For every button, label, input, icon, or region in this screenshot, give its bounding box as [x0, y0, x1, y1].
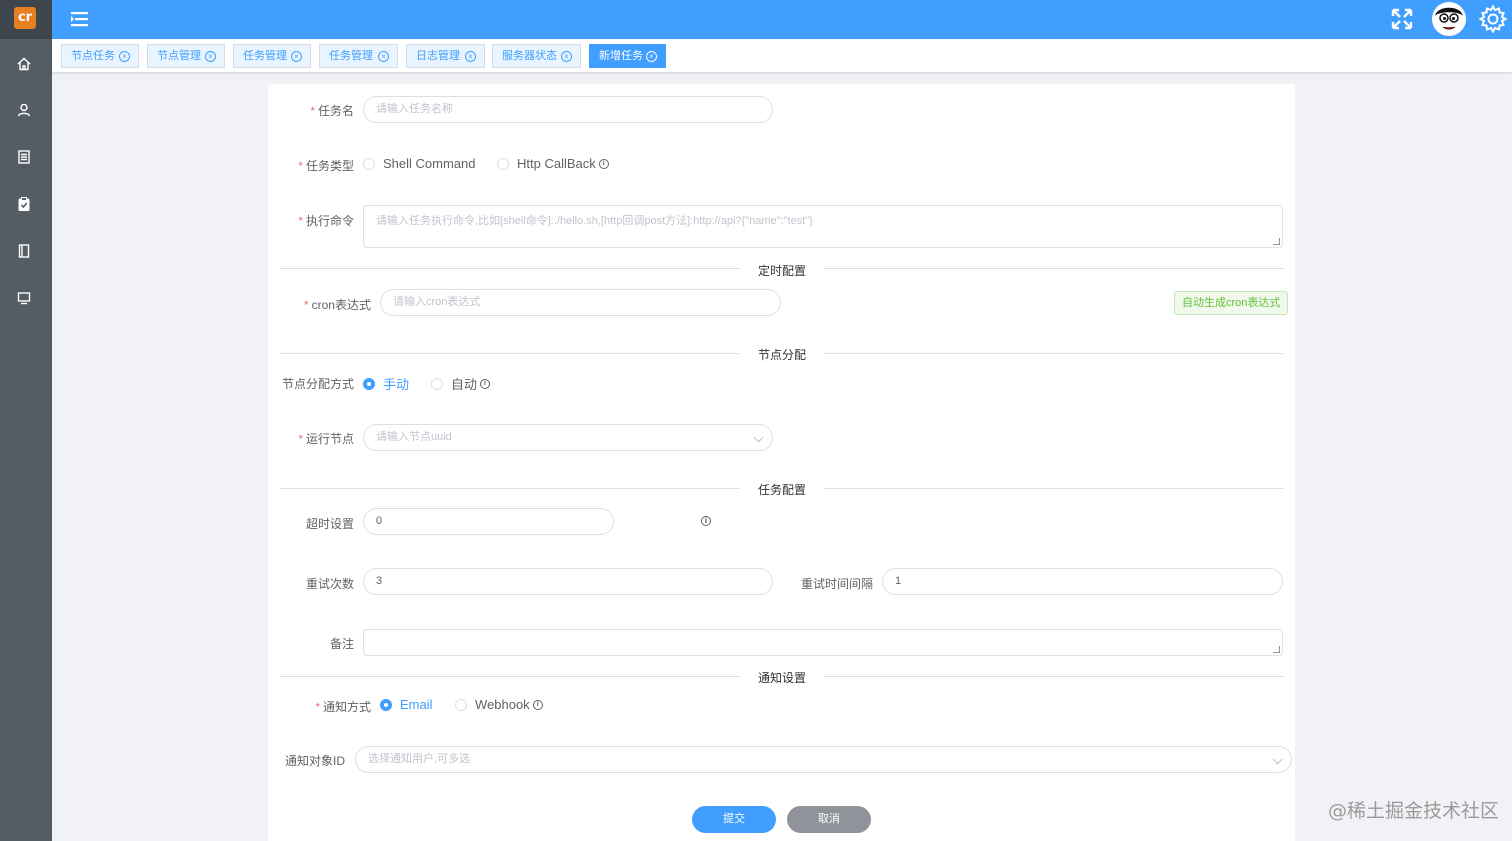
tab-new-task[interactable]: 新增任务 ×: [589, 44, 666, 68]
radio-auto[interactable]: 自动 i: [431, 374, 491, 393]
chevron-down-icon: [1272, 754, 1283, 765]
tab-node-management[interactable]: 节点管理 ×: [147, 44, 225, 68]
book-icon[interactable]: [15, 242, 33, 260]
tab-label: 节点管理: [157, 50, 201, 62]
run-node-label: * 运行节点: [298, 432, 354, 446]
section-notify-title: 通知设置: [740, 669, 825, 686]
clipboard-check-icon[interactable]: [15, 195, 33, 213]
tab-task-management[interactable]: 任务管理 ×: [233, 44, 311, 68]
user-icon[interactable]: [15, 101, 33, 119]
tab-label: 日志管理: [416, 50, 460, 62]
radio-http-callback[interactable]: Http CallBack i: [497, 156, 609, 171]
close-icon[interactable]: ×: [119, 51, 130, 62]
radio-email[interactable]: Email: [380, 697, 433, 712]
list-icon[interactable]: [15, 148, 33, 166]
tab-label: 服务器状态: [502, 50, 557, 62]
fullscreen-icon[interactable]: [1390, 7, 1414, 31]
notify-target-select[interactable]: 选择通知用户,可多选: [355, 746, 1292, 773]
close-icon[interactable]: ×: [205, 51, 216, 62]
tab-label: 新增任务: [599, 50, 643, 62]
app-logo[interactable]: cr: [14, 7, 36, 29]
close-icon[interactable]: ×: [561, 51, 572, 62]
command-label: * 执行命令: [298, 214, 354, 228]
cron-input[interactable]: 请输入cron表达式: [380, 289, 781, 316]
cancel-button[interactable]: 取消: [787, 806, 871, 833]
retry-count-label: 重试次数: [305, 577, 354, 591]
retry-interval-input[interactable]: 1: [882, 568, 1283, 595]
info-icon[interactable]: i: [701, 516, 711, 526]
tab-log-management[interactable]: 日志管理 ×: [406, 44, 485, 68]
close-icon[interactable]: ×: [465, 51, 476, 62]
retry-count-input[interactable]: 3: [363, 568, 773, 595]
close-icon[interactable]: ×: [378, 51, 389, 62]
notify-target-label: 通知对象ID: [284, 754, 345, 768]
info-icon[interactable]: i: [532, 699, 543, 710]
info-icon[interactable]: i: [480, 378, 491, 389]
tab-label: 节点任务: [71, 50, 115, 62]
top-header: [52, 0, 1512, 39]
sidebar: cr: [0, 0, 52, 841]
section-schedule-title: 定时配置: [740, 262, 825, 279]
notify-method-label: * 通知方式: [315, 700, 371, 714]
close-icon[interactable]: ×: [291, 51, 302, 62]
section-task-title: 任务配置: [740, 481, 825, 498]
cron-label: * cron表达式: [303, 298, 371, 312]
remark-textarea[interactable]: [363, 629, 1283, 656]
menu-toggle-icon[interactable]: [70, 10, 90, 28]
tab-node-tasks[interactable]: 节点任务 ×: [61, 44, 139, 68]
chevron-down-icon: [753, 432, 764, 443]
submit-button[interactable]: 提交: [692, 806, 776, 833]
timeout-input[interactable]: 0: [363, 508, 614, 535]
task-name-input[interactable]: 请输入任务名称: [363, 96, 773, 123]
task-type-label: * 任务类型: [298, 159, 354, 173]
tab-server-status[interactable]: 服务器状态 ×: [492, 44, 581, 68]
close-icon[interactable]: ×: [646, 51, 657, 62]
radio-webhook[interactable]: Webhook i: [455, 697, 543, 712]
radio-shell-command[interactable]: Shell Command: [363, 156, 476, 171]
command-textarea[interactable]: 请输入任务执行命令,比如[shell命令]:./hello.sh,[http回调…: [363, 205, 1283, 248]
timeout-label: 超时设置: [305, 517, 354, 531]
tab-task-management-2[interactable]: 任务管理 ×: [319, 44, 398, 68]
home-icon[interactable]: [15, 55, 33, 73]
radio-manual[interactable]: 手动: [363, 374, 409, 393]
remark-label: 备注: [329, 637, 354, 651]
tab-label: 任务管理: [243, 50, 287, 62]
retry-interval-label: 重试时间间隔: [800, 577, 873, 591]
new-task-form: * 任务名 请输入任务名称 * 任务类型 Shell Command Http Ca…: [268, 84, 1295, 841]
task-name-label: * 任务名: [310, 104, 354, 118]
section-node-title: 节点分配: [740, 346, 825, 363]
node-mode-label: 节点分配方式: [281, 377, 354, 391]
logo-bar: cr: [0, 0, 52, 39]
avatar[interactable]: [1432, 2, 1466, 36]
info-icon[interactable]: i: [598, 158, 609, 169]
monitor-icon[interactable]: [15, 289, 33, 307]
gear-icon[interactable]: [1478, 4, 1508, 34]
watermark: @稀土掘金技术社区: [1328, 800, 1500, 822]
tabs-bar: 节点任务 × 节点管理 × 任务管理 × 任务管理 × 日志管理 × 服务器状态 × 新增任…: [52, 39, 1512, 73]
auto-cron-button[interactable]: 自动生成cron表达式: [1174, 291, 1289, 315]
tab-label: 任务管理: [329, 50, 373, 62]
run-node-select[interactable]: 请输入节点uuid: [363, 424, 773, 451]
